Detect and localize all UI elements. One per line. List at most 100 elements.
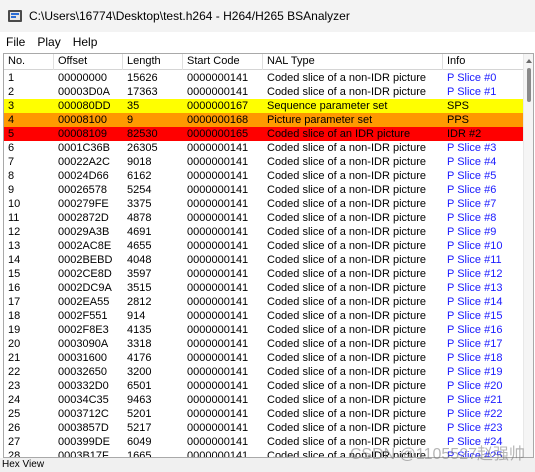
cell-offset: 00029A3B bbox=[58, 226, 110, 238]
cell-nal-type: Coded slice of a non-IDR picture bbox=[267, 380, 426, 392]
cell-start-code: 0000000141 bbox=[187, 408, 249, 420]
cell-nal-type: Coded slice of a non-IDR picture bbox=[267, 310, 426, 322]
cell-nal-type: Coded slice of a non-IDR picture bbox=[267, 352, 426, 364]
cell-nal-type: Sequence parameter set bbox=[267, 100, 388, 112]
chevron-up-icon[interactable] bbox=[525, 56, 533, 64]
cell-length: 3515 bbox=[127, 282, 152, 294]
cell-start-code: 0000000141 bbox=[187, 366, 249, 378]
table-row[interactable]: 1 00000000 15626 0000000141 Coded slice of a… bbox=[4, 71, 524, 85]
cell-offset: 0003B17F bbox=[58, 450, 109, 458]
table-row[interactable]: 7 00022A2C 9018 0000000141 Coded slice of a … bbox=[4, 155, 524, 169]
cell-start-code: 0000000141 bbox=[187, 352, 249, 364]
table-row[interactable]: 26 0003857D 5217 0000000141 Coded slice of a… bbox=[4, 421, 524, 435]
cell-offset: 0002CE8D bbox=[58, 268, 112, 280]
cell-offset: 0002DC9A bbox=[58, 282, 112, 294]
table-row[interactable]: 12 00029A3B 4691 0000000141 Coded slice of a… bbox=[4, 225, 524, 239]
table-row[interactable]: 15 0002CE8D 3597 0000000141 Coded slice of a… bbox=[4, 267, 524, 281]
cell-start-code: 0000000141 bbox=[187, 86, 249, 98]
table-row[interactable]: 11 0002872D 4878 0000000141 Coded slice of a… bbox=[4, 211, 524, 225]
cell-info: P Slice #13 bbox=[447, 282, 503, 294]
table-row[interactable]: 16 0002DC9A 3515 0000000141 Coded slice of a… bbox=[4, 281, 524, 295]
table-row[interactable]: 19 0002F8E3 4135 0000000141 Coded slice of a… bbox=[4, 323, 524, 337]
table-row[interactable]: 24 00034C35 9463 0000000141 Coded slice of a… bbox=[4, 393, 524, 407]
table-row[interactable]: 23 000332D0 6501 0000000141 Coded slice of a… bbox=[4, 379, 524, 393]
cell-start-code: 0000000141 bbox=[187, 156, 249, 168]
cell-no: 28 bbox=[8, 450, 21, 458]
cell-no: 22 bbox=[8, 366, 21, 378]
table-row[interactable]: 4 00008100 9 0000000168 Picture parameter se… bbox=[4, 113, 524, 127]
window-title: C:\Users\16774\Desktop\test.h264 - H264/… bbox=[29, 9, 350, 23]
cell-info: IDR #2 bbox=[447, 128, 482, 140]
cell-nal-type: Coded slice of a non-IDR picture bbox=[267, 170, 426, 182]
watermark: CSDN @1105527赵强帅 bbox=[349, 446, 525, 463]
cell-start-code: 0000000141 bbox=[187, 170, 249, 182]
cell-info: P Slice #0 bbox=[447, 72, 497, 84]
cell-offset: 0002EA55 bbox=[58, 296, 110, 308]
menu-play[interactable]: Play bbox=[31, 32, 66, 52]
cell-length: 6049 bbox=[127, 436, 152, 448]
cell-length: 17363 bbox=[127, 86, 158, 98]
cell-length: 5254 bbox=[127, 184, 152, 196]
cell-no: 21 bbox=[8, 352, 21, 364]
cell-no: 7 bbox=[8, 156, 15, 168]
cell-info: SPS bbox=[447, 100, 470, 112]
table-row[interactable]: 25 0003712C 5201 0000000141 Coded slice of a… bbox=[4, 407, 524, 421]
cell-no: 5 bbox=[8, 128, 15, 140]
cell-length: 82530 bbox=[127, 128, 158, 140]
hex-view-label[interactable]: Hex View bbox=[2, 459, 44, 470]
cell-start-code: 0000000141 bbox=[187, 422, 249, 434]
table-row[interactable]: 17 0002EA55 2812 0000000141 Coded slice of a… bbox=[4, 295, 524, 309]
table-row[interactable]: 2 00003D0A 17363 0000000141 Coded slice of a… bbox=[4, 85, 524, 99]
table-row[interactable]: 6 0001C36B 26305 0000000141 Coded slice of a… bbox=[4, 141, 524, 155]
scrollbar-thumb[interactable] bbox=[527, 68, 531, 102]
cell-start-code: 0000000141 bbox=[187, 268, 249, 280]
cell-no: 15 bbox=[8, 268, 21, 280]
cell-info: P Slice #16 bbox=[447, 324, 503, 336]
table-body: 1 00000000 15626 0000000141 Coded slice of a… bbox=[4, 71, 524, 458]
cell-no: 24 bbox=[8, 394, 21, 406]
cell-offset: 000279FE bbox=[58, 198, 109, 210]
table-row[interactable]: 18 0002F551 914 0000000141 Coded slice of a … bbox=[4, 309, 524, 323]
menu-bar: File Play Help bbox=[0, 32, 535, 52]
cell-no: 14 bbox=[8, 254, 21, 266]
table-row[interactable]: 8 00024D66 6162 0000000141 Coded slice of a … bbox=[4, 169, 524, 183]
cell-nal-type: Coded slice of a non-IDR picture bbox=[267, 226, 426, 238]
table-row[interactable]: 9 00026578 5254 0000000141 Coded slice of a … bbox=[4, 183, 524, 197]
cell-offset: 0002F551 bbox=[58, 310, 108, 322]
cell-offset: 00008109 bbox=[58, 128, 107, 140]
vertical-scrollbar[interactable] bbox=[523, 54, 533, 457]
column-header-info[interactable]: Info bbox=[443, 54, 524, 70]
table-row[interactable]: 13 0002AC8E 4655 0000000141 Coded slice of a… bbox=[4, 239, 524, 253]
menu-file[interactable]: File bbox=[0, 32, 31, 52]
cell-length: 2812 bbox=[127, 296, 152, 308]
column-header-start-code[interactable]: Start Code bbox=[183, 54, 263, 70]
cell-start-code: 0000000141 bbox=[187, 436, 249, 448]
table-row[interactable]: 3 000080DD 35 0000000167 Sequence parameter … bbox=[4, 99, 524, 113]
cell-start-code: 0000000141 bbox=[187, 450, 249, 458]
table-row[interactable]: 10 000279FE 3375 0000000141 Coded slice of a… bbox=[4, 197, 524, 211]
cell-length: 9018 bbox=[127, 156, 152, 168]
table-row[interactable]: 20 0003090A 3318 0000000141 Coded slice of a… bbox=[4, 337, 524, 351]
cell-start-code: 0000000141 bbox=[187, 212, 249, 224]
table-row[interactable]: 14 0002BEBD 4048 0000000141 Coded slice of a… bbox=[4, 253, 524, 267]
column-header-no[interactable]: No. bbox=[4, 54, 54, 70]
cell-nal-type: Coded slice of a non-IDR picture bbox=[267, 86, 426, 98]
table-row[interactable]: 22 00032650 3200 0000000141 Coded slice of a… bbox=[4, 365, 524, 379]
cell-info: P Slice #10 bbox=[447, 240, 503, 252]
cell-info: P Slice #14 bbox=[447, 296, 503, 308]
table-row[interactable]: 5 00008109 82530 0000000165 Coded slice of a… bbox=[4, 127, 524, 141]
cell-start-code: 0000000141 bbox=[187, 296, 249, 308]
cell-info: P Slice #23 bbox=[447, 422, 503, 434]
cell-info: P Slice #11 bbox=[447, 254, 502, 266]
cell-start-code: 0000000141 bbox=[187, 310, 249, 322]
table-row[interactable]: 21 00031600 4176 0000000141 Coded slice of a… bbox=[4, 351, 524, 365]
column-header-nal-type[interactable]: NAL Type bbox=[263, 54, 443, 70]
cell-start-code: 0000000141 bbox=[187, 380, 249, 392]
cell-length: 4878 bbox=[127, 212, 152, 224]
cell-no: 13 bbox=[8, 240, 21, 252]
cell-offset: 0002BEBD bbox=[58, 254, 113, 266]
cell-info: P Slice #19 bbox=[447, 366, 503, 378]
menu-help[interactable]: Help bbox=[67, 32, 104, 52]
column-header-offset[interactable]: Offset bbox=[54, 54, 123, 70]
column-header-length[interactable]: Length bbox=[123, 54, 183, 70]
